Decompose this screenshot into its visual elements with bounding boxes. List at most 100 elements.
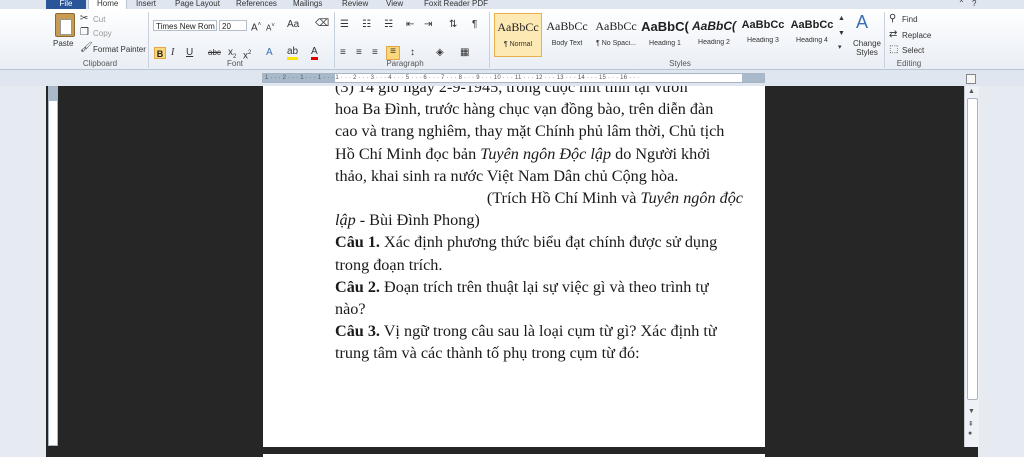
strikethrough-button[interactable]: abc [208, 48, 221, 58]
style-no-spacing[interactable]: AaBbCc ¶ No Spaci... [592, 13, 640, 57]
tab-mailings[interactable]: Mailings [293, 0, 322, 9]
scroll-up-icon[interactable]: ▲ [968, 88, 975, 95]
tab-page-layout[interactable]: Page Layout [175, 0, 220, 9]
line-spacing-icon[interactable]: ↕ [410, 48, 415, 58]
underline-button[interactable]: U [186, 48, 193, 58]
bold-button[interactable]: B [154, 47, 166, 59]
style-name: Heading 1 [649, 40, 681, 47]
copy-button[interactable]: Copy [93, 29, 112, 38]
paste-icon[interactable] [55, 13, 75, 37]
highlight-color-icon[interactable]: ab [287, 47, 299, 60]
numbering-icon[interactable]: ☷ [362, 20, 371, 30]
document-body[interactable]: (3) 14 giờ ngày 2-9-1945, trong cuộc mít… [335, 86, 743, 365]
change-styles-button[interactable]: Change Styles [850, 39, 884, 57]
help-icon[interactable]: ? [972, 0, 976, 8]
question-text: Vị ngữ trong câu sau là loại cụm từ gì? … [379, 322, 717, 341]
style-body-text[interactable]: AaBbCc Body Text [543, 13, 591, 57]
question-text: Đoạn trích trên thuật lại sự việc gì và … [379, 277, 709, 296]
vertical-ruler[interactable] [48, 86, 58, 446]
minimize-ribbon-icon[interactable]: ⌃ [958, 0, 965, 8]
style-heading-4[interactable]: AaBbCc Heading 4 [788, 13, 836, 57]
tab-file[interactable]: File [46, 0, 86, 9]
style-heading-3[interactable]: AaBbCc Heading 3 [739, 13, 787, 57]
format-painter-button[interactable]: Format Painter [93, 45, 146, 54]
style-normal[interactable]: AaBbCc ¶ Normal [494, 13, 542, 57]
sort-icon[interactable]: ⇅ [449, 20, 457, 30]
styles-scroll-down-icon[interactable]: ▼ [838, 29, 845, 39]
font-size-combo[interactable]: 20 [219, 20, 247, 31]
ribbon: Paste ✂ Cut ❐ Copy 🖌 Format Painter Clip… [0, 9, 1024, 70]
styles-more-icon[interactable]: ▾ [838, 43, 842, 53]
style-preview: AaBbCc [741, 19, 785, 31]
select-icon: ⬚ [889, 44, 899, 55]
scroll-thumb[interactable] [967, 98, 978, 400]
tab-insert[interactable]: Insert [136, 0, 156, 9]
tab-review[interactable]: Review [342, 0, 368, 9]
italic-button[interactable]: I [171, 48, 174, 58]
bullets-icon[interactable]: ☰ [340, 20, 349, 30]
paragraph-line: thảo, khai sinh ra nước Việt Nam Dân chủ… [335, 166, 679, 185]
style-name: Body Text [551, 40, 583, 47]
align-left-icon[interactable]: ≡ [340, 48, 346, 58]
format-painter-icon: 🖌 [80, 42, 93, 53]
text-run: do Người khởi [611, 144, 711, 163]
justify-icon[interactable]: ≡ [386, 46, 400, 60]
question-2: Câu 2. Đoạn trích trên thuật lại sự việc… [335, 276, 743, 298]
increase-indent-icon[interactable]: ⇥ [424, 20, 432, 30]
select-browse-object-icon[interactable]: ● [968, 430, 972, 437]
style-name: Heading 2 [698, 39, 730, 46]
paragraph-line: Hồ Chí Minh đọc bản Tuyên ngôn Độc lập d… [335, 143, 743, 165]
view-ruler-button[interactable] [966, 74, 976, 84]
question-label: Câu 3. [335, 322, 380, 341]
change-case-icon[interactable]: Aa [287, 20, 299, 30]
group-separator [884, 12, 885, 68]
question-3-cont: trung tâm và các thành tố phụ trong cụm … [335, 344, 640, 363]
question-text: Xác định phương thức biểu đạt chính được… [379, 233, 718, 252]
style-preview: AaBbCc [497, 20, 539, 34]
paste-button[interactable]: Paste [53, 39, 73, 48]
scroll-down-icon[interactable]: ▼ [968, 408, 975, 415]
style-heading-1[interactable]: AaBbC( Heading 1 [641, 13, 689, 57]
style-heading-2[interactable]: AaBbC( Heading 2 [690, 13, 738, 57]
tab-view[interactable]: View [386, 0, 403, 9]
change-styles-icon: A [856, 12, 869, 32]
tab-references[interactable]: References [236, 0, 277, 9]
tab-foxit-reader-pdf[interactable]: Foxit Reader PDF [424, 0, 488, 9]
text-effects-icon[interactable]: A [266, 48, 273, 58]
text-run: Hồ Chí Minh đọc bản [335, 144, 481, 163]
multilevel-list-icon[interactable]: ☵ [384, 20, 393, 30]
question-3: Câu 3. Vị ngữ trong câu sau là loại cụm … [335, 320, 743, 342]
italic-title: lập [335, 211, 356, 230]
vertical-scrollbar[interactable]: ▲ ▼ ⇞ ● [964, 86, 979, 447]
show-formatting-icon[interactable]: ¶ [472, 20, 477, 30]
shrink-font-icon[interactable]: A˅ [266, 21, 275, 34]
style-name: Heading 4 [796, 37, 828, 44]
style-name: Heading 3 [747, 37, 779, 44]
replace-icon: ⇄ [889, 29, 898, 40]
find-button[interactable]: Find [902, 15, 918, 24]
previous-page-icon[interactable]: ⇞ [968, 420, 974, 428]
group-separator [489, 12, 490, 68]
font-name-combo[interactable]: Times New Rom [153, 20, 217, 31]
replace-button[interactable]: Replace [902, 31, 931, 40]
question-label: Câu 1. [335, 233, 380, 252]
text-run: - Bùi Đình Phong) [355, 211, 480, 230]
left-margin-strip [0, 86, 46, 457]
decrease-indent-icon[interactable]: ⇤ [406, 20, 414, 30]
find-icon: ⚲ [889, 13, 897, 24]
align-right-icon[interactable]: ≡ [372, 48, 378, 58]
italic-title: Tuyên ngôn độc [640, 189, 743, 208]
paragraph-group-label: Paragraph [386, 59, 424, 68]
select-button[interactable]: Select [902, 46, 924, 55]
grow-font-icon[interactable]: A˄ [251, 20, 261, 33]
font-color-icon[interactable]: A [311, 47, 318, 60]
clear-formatting-icon[interactable]: ⌫ [315, 19, 329, 29]
cut-button[interactable]: Cut [93, 15, 105, 24]
style-preview: AaBbC( [692, 19, 736, 33]
document-page[interactable]: (3) 14 giờ ngày 2-9-1945, trong cuộc mít… [263, 86, 765, 447]
align-center-icon[interactable]: ≡ [356, 48, 362, 58]
borders-icon[interactable]: ▦ [460, 48, 469, 58]
shading-icon[interactable]: ◈ [436, 48, 444, 58]
horizontal-ruler[interactable]: 1 · · · 2 · · · 1 · · · 1 · · · 1 · · · … [262, 73, 765, 83]
styles-scroll-up-icon[interactable]: ▲ [838, 14, 845, 24]
